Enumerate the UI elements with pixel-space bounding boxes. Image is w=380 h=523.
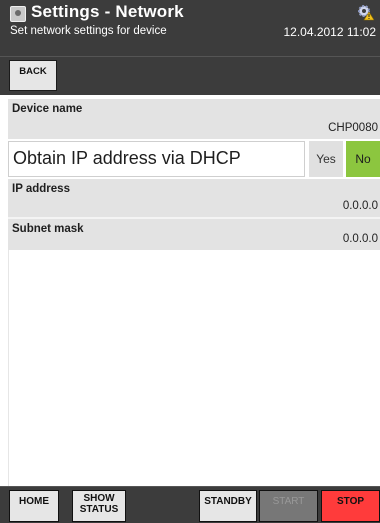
device-name-field[interactable]: Device name CHP0080 — [8, 99, 380, 139]
ip-address-value: 0.0.0.0 — [342, 200, 378, 212]
empty-content-area — [8, 250, 380, 486]
show-status-button[interactable]: SHOW STATUS — [72, 490, 126, 522]
standby-button[interactable]: STANDBY — [199, 490, 257, 522]
subnet-mask-field[interactable]: Subnet mask 0.0.0.0 — [8, 219, 380, 250]
back-button[interactable]: BACK — [9, 60, 57, 91]
subnet-mask-value: 0.0.0.0 — [342, 233, 378, 245]
header-bar: Settings - Network Set network settings … — [0, 0, 380, 56]
dhcp-label: Obtain IP address via DHCP — [8, 141, 305, 177]
gear-warning-icon[interactable] — [356, 3, 374, 21]
show-status-label-line1: SHOW — [83, 493, 115, 504]
show-status-label-line2: STATUS — [79, 503, 119, 515]
stop-button[interactable]: STOP — [321, 490, 380, 522]
device-name-value: CHP0080 — [328, 122, 378, 134]
page-title: Settings - Network — [31, 2, 184, 21]
dhcp-no-option[interactable]: No — [346, 141, 380, 177]
dhcp-toggle-row: Obtain IP address via DHCP Yes No — [8, 141, 380, 177]
settings-app-icon — [10, 6, 26, 22]
ip-address-field[interactable]: IP address 0.0.0.0 — [8, 179, 380, 217]
dhcp-yes-option[interactable]: Yes — [309, 141, 343, 177]
device-name-label: Device name — [12, 103, 83, 115]
page-subtitle: Set network settings for device — [10, 25, 167, 37]
start-button[interactable]: START — [259, 490, 318, 522]
footer-bar: HOME SHOW STATUS STANDBY START STOP — [0, 486, 380, 523]
toolbar: BACK — [0, 56, 380, 95]
home-button[interactable]: HOME — [9, 490, 59, 522]
subnet-mask-label: Subnet mask — [12, 223, 84, 235]
ip-address-label: IP address — [12, 183, 70, 195]
date-time: 12.04.2012 11:02 — [283, 25, 376, 39]
